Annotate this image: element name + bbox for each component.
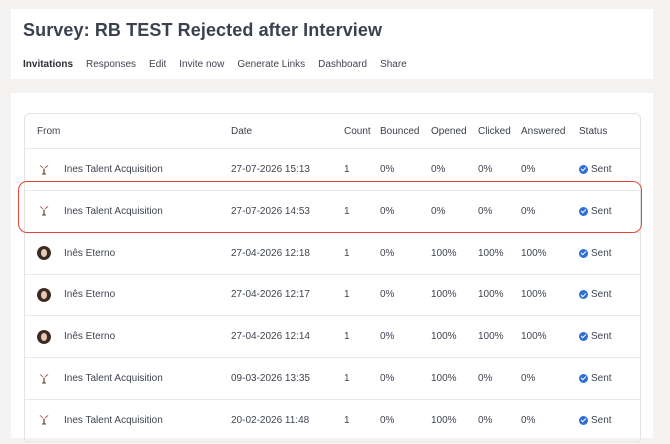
cell-bounced: 0% [380, 373, 395, 384]
table-row[interactable]: Inês Eterno 27-04-2026 12:18 1 0% 100% 100% 10… [25, 233, 640, 275]
cell-answered: 0% [521, 373, 536, 384]
check-circle-icon [579, 332, 588, 342]
sender-name: Inês Eterno [64, 331, 116, 343]
check-circle-icon [579, 248, 588, 258]
check-circle-icon [579, 165, 588, 174]
cell-status: Sent [579, 316, 612, 357]
highlighted-row-outline [18, 181, 642, 233]
invitations-panel: From Date Count Bounced Opened Clicked A… [11, 93, 653, 444]
check-circle-icon [579, 290, 588, 300]
cell-date: 20-02-2026 11:48 [231, 414, 310, 426]
status-label: Sent [591, 247, 612, 259]
company-logo-icon [37, 372, 51, 386]
cell-status: Sent [579, 233, 612, 274]
cell-from: Inês Eterno [37, 316, 115, 357]
page-title: Survey: RB TEST Rejected after Interview [23, 20, 383, 40]
sender-name: Inês Eterno [64, 289, 116, 301]
table-row[interactable]: Inês Eterno 27-04-2026 12:14 1 0% 100% 100% 10… [25, 316, 640, 359]
sender-name: Inês Eterno [64, 247, 116, 259]
cell-bounced: 0% [380, 414, 395, 426]
company-logo-icon [37, 163, 51, 177]
cell-count: 1 [344, 289, 350, 301]
status-label: Sent [591, 289, 612, 301]
cell-opened: 100% [431, 331, 457, 343]
tab-dashboard[interactable]: Dashboard [318, 59, 367, 70]
tab-invitations[interactable]: Invitations [23, 59, 73, 70]
column-header-bounced[interactable]: Bounced [380, 114, 419, 148]
check-circle-icon [579, 415, 588, 425]
cell-bounced: 0% [380, 289, 395, 301]
cell-opened: 100% [431, 247, 457, 259]
column-header-answered[interactable]: Answered [521, 114, 565, 148]
cell-answered: 100% [521, 331, 547, 343]
cell-clicked: 100% [478, 331, 504, 343]
cell-from: Ines Talent Acquisition [37, 358, 163, 399]
tab-share[interactable]: Share [380, 59, 407, 70]
survey-header: Survey: RB TEST Rejected after Interview… [11, 9, 653, 79]
tab-responses[interactable]: Responses [86, 59, 136, 70]
tab-generate-links[interactable]: Generate Links [237, 59, 305, 70]
status-label: Sent [591, 373, 612, 384]
invitations-table: From Date Count Bounced Opened Clicked A… [24, 113, 641, 444]
cell-answered: 100% [521, 247, 547, 259]
column-header-clicked[interactable]: Clicked [478, 114, 511, 148]
cell-clicked: 100% [478, 289, 504, 301]
cell-count: 1 [344, 414, 350, 426]
cell-answered: 0% [521, 414, 536, 426]
cell-count: 1 [344, 247, 350, 259]
avatar [37, 329, 51, 344]
company-logo-icon [37, 413, 51, 427]
sender-name: Ines Talent Acquisition [64, 373, 163, 384]
avatar [37, 246, 51, 261]
tab-invite-now[interactable]: Invite now [179, 59, 224, 70]
cell-from: Inês Eterno [37, 274, 115, 315]
status-label: Sent [591, 414, 612, 426]
cell-opened: 100% [431, 373, 457, 384]
cell-date: 09-03-2026 13:35 [231, 373, 310, 384]
cell-count: 1 [344, 373, 350, 384]
cell-bounced: 0% [380, 331, 395, 343]
cell-clicked: 100% [478, 247, 504, 259]
column-header-from[interactable]: From [37, 114, 60, 148]
check-circle-icon [579, 374, 588, 383]
cell-status: Sent [579, 400, 612, 441]
cell-opened: 100% [431, 289, 457, 301]
tab-edit[interactable]: Edit [149, 59, 166, 70]
cell-date: 27-04-2026 12:14 [231, 331, 310, 343]
cell-clicked: 0% [478, 373, 493, 384]
cell-count: 1 [344, 331, 350, 343]
sender-name: Ines Talent Acquisition [64, 164, 163, 175]
table-row[interactable]: Ines Talent Acquisition 20-02-2026 11:48 1… [25, 400, 640, 442]
cell-status: Sent [579, 274, 612, 315]
cell-answered: 100% [521, 289, 547, 301]
avatar [37, 287, 51, 302]
table-row[interactable]: Ines Talent Acquisition 09-03-2026 13:35 1… [25, 358, 640, 400]
cell-clicked: 0% [478, 414, 493, 426]
status-label: Sent [591, 331, 612, 343]
table-header-row: From Date Count Bounced Opened Clicked A… [25, 114, 640, 149]
cell-from: Inês Eterno [37, 233, 115, 274]
column-header-status[interactable]: Status [579, 114, 607, 148]
status-label: Sent [591, 164, 612, 175]
column-header-date[interactable]: Date [231, 114, 252, 148]
survey-nav-tabs: Invitations Responses Edit Invite now Ge… [23, 59, 407, 70]
cell-date: 27-04-2026 12:17 [231, 289, 310, 301]
column-header-count[interactable]: Count [344, 114, 371, 148]
sender-name: Ines Talent Acquisition [64, 414, 163, 426]
cell-status: Sent [579, 358, 612, 399]
cell-date: 27-04-2026 12:18 [231, 247, 310, 259]
table-row[interactable]: Inês Eterno 27-04-2026 12:17 1 0% 100% 100% 10… [25, 274, 640, 317]
cell-bounced: 0% [380, 247, 395, 259]
cell-from: Ines Talent Acquisition [37, 400, 163, 441]
cell-opened: 100% [431, 414, 457, 426]
column-header-opened[interactable]: Opened [431, 114, 467, 148]
